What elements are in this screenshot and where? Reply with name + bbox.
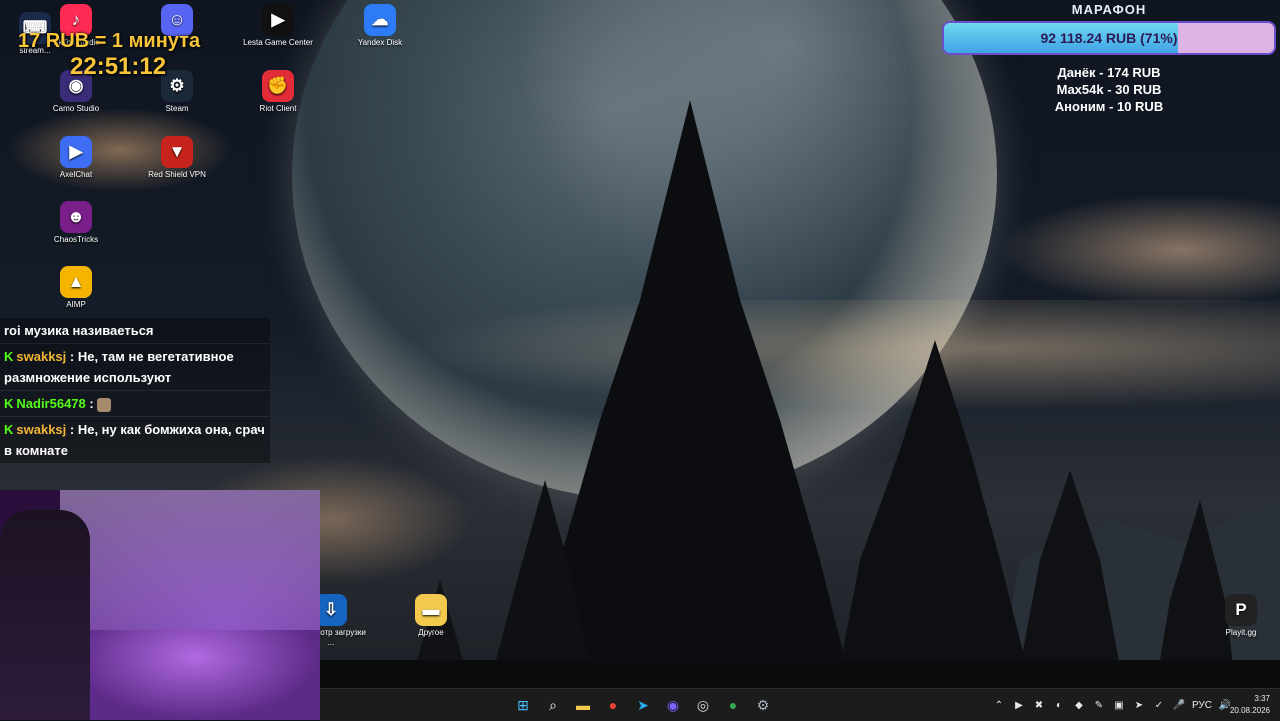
- tray-icon[interactable]: 🎤: [1172, 698, 1186, 712]
- telegram-icon[interactable]: ➤: [630, 692, 656, 718]
- clock-date: 20.08.2026: [1229, 706, 1270, 715]
- windows-start-icon[interactable]: ⊞: [510, 692, 536, 718]
- riot-client-icon[interactable]: ✊ Riot Client: [243, 70, 313, 114]
- donation-rate-label: 17 RUB = 1 минута: [18, 30, 201, 52]
- desktop-icon-label: Другое: [418, 628, 444, 637]
- system-tray: ⌃ ▶ ✖ ◐ ◆ ✎ ▣ ➤ ✓ 🎤 РУС 🔊: [992, 689, 1232, 721]
- tray-icon[interactable]: ◆: [1072, 698, 1086, 712]
- chaostricks-icon[interactable]: ☻ ChaosTricks: [41, 201, 111, 245]
- chaostricks-icon-glyph: ☻: [60, 201, 92, 233]
- lesta-game-center-icon-glyph: ▶: [262, 4, 294, 36]
- tray-icon[interactable]: ⌃: [992, 698, 1006, 712]
- folder-other-icon-glyph: ▬: [415, 594, 447, 626]
- yandex-disk-icon[interactable]: ☁ Yandex Disk: [345, 4, 415, 48]
- desktop-icon-label: Camo Studio: [52, 104, 100, 113]
- chat-username: swakksj: [16, 349, 67, 364]
- taskbar-apps: ⊞ ⌕ ▬ ● ➤ ◉ ◎ ● ⚙: [510, 692, 776, 718]
- tray-icon[interactable]: ✎: [1092, 698, 1106, 712]
- red-shield-vpn-icon[interactable]: ▼ Red Shield VPN: [142, 136, 212, 180]
- marathon-title: МАРАФОН: [1071, 2, 1147, 17]
- kick-badge-icon: K: [4, 396, 14, 411]
- desktop-icon-label: Lesta Game Center: [243, 38, 313, 47]
- axelchat-icon-glyph: ▶: [60, 136, 92, 168]
- donor-line: Max54k - 30 RUB: [1056, 82, 1162, 97]
- folder-other-icon[interactable]: ▬ Другое: [396, 594, 466, 638]
- file-explorer-icon[interactable]: ▬: [570, 692, 596, 718]
- search-icon[interactable]: ⌕: [540, 692, 566, 718]
- tray-icon[interactable]: ▶: [1012, 698, 1026, 712]
- tray-icon[interactable]: ➤: [1132, 698, 1146, 712]
- cat-emote-icon: [97, 397, 112, 412]
- red-shield-vpn-icon-glyph: ▼: [161, 136, 193, 168]
- chat-overlay: roi музика називаеться Kswakksj : Не, та…: [0, 318, 270, 464]
- desktop-icon-label: AxelChat: [59, 170, 93, 179]
- marathon-progress-bar: 92 118.24 RUB (71%): [942, 21, 1276, 55]
- chrome-2-icon[interactable]: ●: [720, 692, 746, 718]
- webcam-wall: [60, 490, 320, 640]
- tray-icon[interactable]: ✓: [1152, 698, 1166, 712]
- chat-username: swakksj: [16, 422, 67, 437]
- aimp-icon-glyph: ▲: [60, 266, 92, 298]
- marathon-progress-text: 92 118.24 RUB (71%): [1040, 30, 1178, 46]
- tray-icon[interactable]: ▣: [1112, 698, 1126, 712]
- yandex-disk-icon-glyph: ☁: [364, 4, 396, 36]
- donor-line: Данёк - 174 RUB: [1057, 65, 1161, 80]
- playit-icon-glyph: P: [1225, 594, 1257, 626]
- desktop-icon-label: Riot Client: [259, 104, 297, 113]
- chat-username: Nadir56478: [16, 396, 86, 411]
- camo-icon[interactable]: ◉: [660, 692, 686, 718]
- tray-icon[interactable]: ◐: [1052, 698, 1066, 712]
- chat-message: Kswakksj : Не, там не вегетативное размн…: [0, 344, 270, 391]
- axelchat-icon[interactable]: ▶ AxelChat: [41, 136, 111, 180]
- chrome-icon[interactable]: ●: [600, 692, 626, 718]
- clock-time: 3:37: [1254, 694, 1270, 703]
- aimp-icon[interactable]: ▲ AIMP: [41, 266, 111, 310]
- playit-icon[interactable]: P Playit.gg: [1206, 594, 1276, 638]
- stream-timer: 22:51:12: [70, 53, 167, 80]
- marathon-widget: МАРАФОН 92 118.24 RUB (71%) Данёк - 174 …: [942, 2, 1276, 115]
- desktop-icon-label: ChaosTricks: [53, 235, 99, 244]
- language-indicator[interactable]: РУС: [1192, 700, 1212, 711]
- desktop-icon-label: Playit.gg: [1225, 628, 1257, 637]
- desktop-icon-label: Yandex Disk: [357, 38, 403, 47]
- kick-badge-icon: K: [4, 422, 14, 437]
- desktop-icon-label: Red Shield VPN: [148, 170, 206, 179]
- riot-client-icon-glyph: ✊: [262, 70, 294, 102]
- donor-line: Аноним - 10 RUB: [1054, 99, 1164, 114]
- chat-message: roi музика називаеться: [0, 318, 270, 344]
- webcam-chair: [0, 510, 90, 720]
- kick-badge-icon: K: [4, 349, 14, 364]
- desktop-icon-label: Steam: [165, 104, 189, 113]
- settings-icon[interactable]: ⚙: [750, 692, 776, 718]
- tray-icon[interactable]: ✖: [1032, 698, 1046, 712]
- webcam-bed: [70, 630, 320, 720]
- lesta-game-center-icon[interactable]: ▶ Lesta Game Center: [243, 4, 313, 48]
- chat-message: K Nadir56478 :: [0, 391, 270, 417]
- webcam-feed: [0, 490, 320, 720]
- marathon-donors: Данёк - 174 RUB Max54k - 30 RUB Аноним -…: [942, 64, 1276, 115]
- chat-message-text: roi музика називаеться: [4, 323, 154, 338]
- taskbar: ⊞ ⌕ ▬ ● ➤ ◉ ◎ ● ⚙ ⌃ ▶ ✖ ◐ ◆ ✎ ▣ ➤ ✓ 🎤 РУС 🔊 3:37 20.08.2026: [320, 688, 1280, 721]
- chat-message: Kswakksj : Не, ну как бомжиха она, срач …: [0, 417, 270, 464]
- desktop-icon-label: AIMP: [66, 300, 86, 309]
- taskbar-clock[interactable]: 3:37 20.08.2026: [1230, 693, 1270, 717]
- obs-icon[interactable]: ◎: [690, 692, 716, 718]
